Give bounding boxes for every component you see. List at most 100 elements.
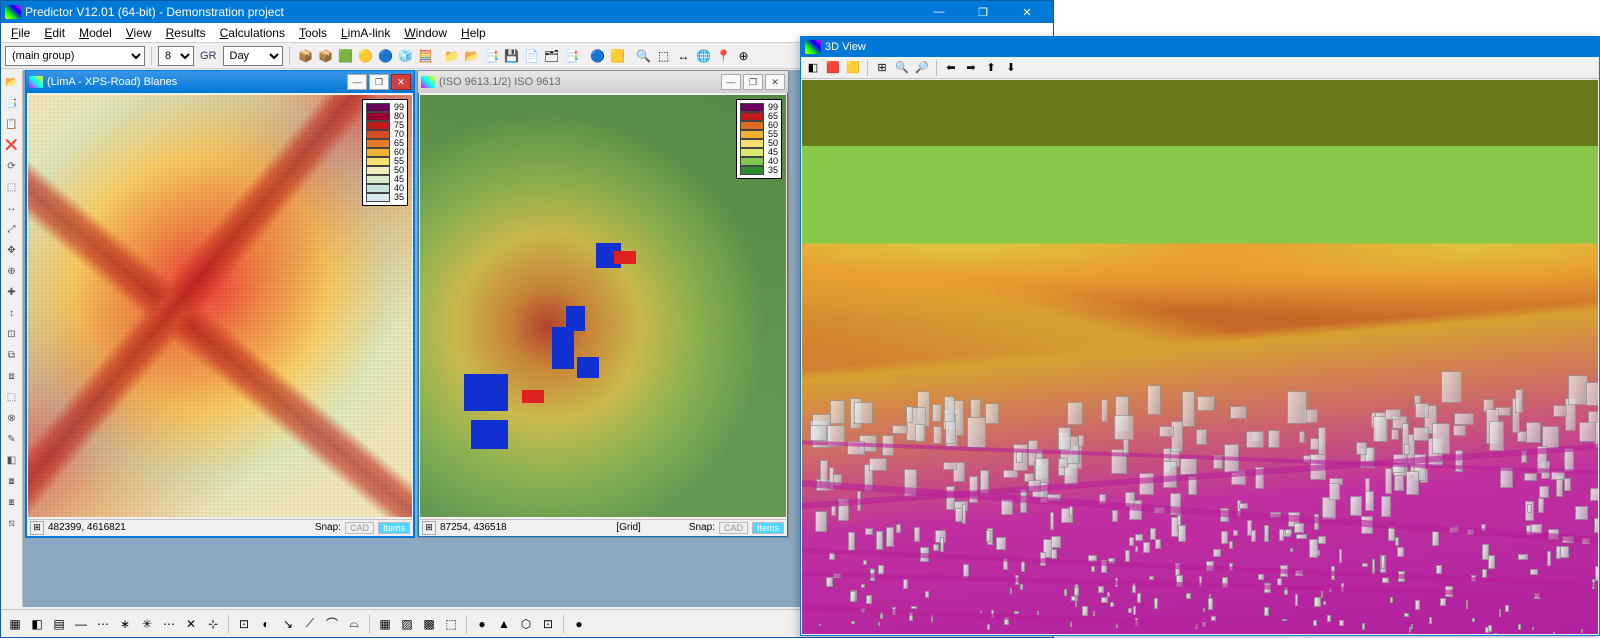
bottom-tool-3[interactable]: — bbox=[72, 615, 90, 633]
toolbar-button-2[interactable]: 🟩 bbox=[337, 47, 355, 65]
number-selector[interactable]: 8 bbox=[158, 46, 194, 66]
menu-edit[interactable]: Edit bbox=[38, 25, 71, 41]
bottom-tool-11[interactable]: ⊡ bbox=[235, 615, 253, 633]
side-tool-21[interactable]: ⧅ bbox=[3, 514, 21, 532]
view3d-tool-6[interactable]: 🔎 bbox=[913, 59, 931, 77]
bottom-tool-9[interactable]: ⊹ bbox=[204, 615, 222, 633]
bottom-tool-15[interactable]: ⌒ bbox=[323, 615, 341, 633]
side-tool-17[interactable]: ✎ bbox=[3, 430, 21, 448]
bottom-tool-2[interactable]: ▤ bbox=[50, 615, 68, 633]
toolbar-button-8[interactable]: 📁 bbox=[443, 47, 461, 65]
bottom-tool-26[interactable]: ⊡ bbox=[539, 615, 557, 633]
toolbar-button-11[interactable]: 💾 bbox=[503, 47, 521, 65]
group-selector[interactable]: (main group) bbox=[5, 46, 145, 66]
bottom-tool-28[interactable]: ● bbox=[570, 615, 588, 633]
side-tool-7[interactable]: ⤢ bbox=[3, 220, 21, 238]
bottom-tool-24[interactable]: ▲ bbox=[495, 615, 513, 633]
side-tool-19[interactable]: ⧇ bbox=[3, 472, 21, 490]
child-maximize-button[interactable]: ❐ bbox=[369, 74, 389, 90]
map-view[interactable]: 9980757065605550454035 bbox=[28, 95, 412, 517]
bottom-tool-21[interactable]: ⬚ bbox=[442, 615, 460, 633]
view3d-tool-1[interactable]: 🟥 bbox=[824, 59, 842, 77]
toolbar-button-19[interactable]: 🔍 bbox=[635, 47, 653, 65]
toolbar-button-21[interactable]: ↔ bbox=[675, 47, 693, 65]
menu-limalink[interactable]: LimA-link bbox=[335, 25, 396, 41]
side-tool-15[interactable]: ⬚ bbox=[3, 388, 21, 406]
picker-icon[interactable]: ⊞ bbox=[422, 521, 436, 535]
menu-window[interactable]: Window bbox=[398, 25, 453, 41]
bottom-tool-5[interactable]: ∗ bbox=[116, 615, 134, 633]
side-tool-18[interactable]: ◧ bbox=[3, 451, 21, 469]
child-close-button[interactable]: ✕ bbox=[765, 74, 785, 90]
child-maximize-button[interactable]: ❐ bbox=[743, 74, 763, 90]
view3d-tool-10[interactable]: ⬆ bbox=[982, 59, 1000, 77]
toolbar-button-13[interactable]: 🗂 bbox=[543, 47, 561, 65]
toolbar-button-20[interactable]: ⬚ bbox=[655, 47, 673, 65]
maximize-button[interactable]: ❐ bbox=[961, 1, 1005, 23]
map-view[interactable]: 9965605550454035 bbox=[420, 95, 786, 517]
view3d-tool-9[interactable]: ➡ bbox=[962, 59, 980, 77]
menu-calculations[interactable]: Calculations bbox=[214, 25, 291, 41]
side-tool-4[interactable]: ⟳ bbox=[3, 157, 21, 175]
side-tool-16[interactable]: ⊗ bbox=[3, 409, 21, 427]
bottom-tool-18[interactable]: ▦ bbox=[376, 615, 394, 633]
toolbar-button-23[interactable]: 📍 bbox=[715, 47, 733, 65]
menu-view[interactable]: View bbox=[120, 25, 158, 41]
bottom-tool-16[interactable]: ⌓ bbox=[345, 615, 363, 633]
bottom-tool-7[interactable]: ⋯ bbox=[160, 615, 178, 633]
side-tool-1[interactable]: 📑 bbox=[3, 94, 21, 112]
bottom-tool-13[interactable]: ↘ bbox=[279, 615, 297, 633]
period-selector[interactable]: Day bbox=[223, 46, 283, 66]
toolbar-button-24[interactable]: ⊕ bbox=[735, 47, 753, 65]
title-bar[interactable]: Predictor V12.01 (64-bit) - Demonstratio… bbox=[1, 1, 1053, 23]
toolbar-button-0[interactable]: 📦 bbox=[297, 47, 315, 65]
menu-model[interactable]: Model bbox=[73, 25, 118, 41]
bottom-tool-1[interactable]: ◧ bbox=[28, 615, 46, 633]
child-minimize-button[interactable]: — bbox=[721, 74, 741, 90]
items-chip[interactable]: Items bbox=[378, 522, 410, 534]
side-tool-8[interactable]: ✥ bbox=[3, 241, 21, 259]
toolbar-button-12[interactable]: 📄 bbox=[523, 47, 541, 65]
toolbar-button-14[interactable]: 📑 bbox=[563, 47, 581, 65]
view3d-tool-8[interactable]: ⬅ bbox=[942, 59, 960, 77]
side-tool-10[interactable]: ✚ bbox=[3, 283, 21, 301]
side-tool-0[interactable]: 📂 bbox=[3, 73, 21, 91]
bottom-tool-19[interactable]: ▨ bbox=[398, 615, 416, 633]
bottom-tool-0[interactable]: ▦ bbox=[6, 615, 24, 633]
toolbar-button-6[interactable]: 🧮 bbox=[417, 47, 435, 65]
child-title-bar[interactable]: (LimA - XPS-Road) Blanes — ❐ ✕ bbox=[26, 71, 414, 93]
side-tool-9[interactable]: ⊕ bbox=[3, 262, 21, 280]
view3d-tool-11[interactable]: ⬇ bbox=[1002, 59, 1020, 77]
items-chip[interactable]: Items bbox=[752, 522, 784, 534]
side-tool-14[interactable]: ⧈ bbox=[3, 367, 21, 385]
side-tool-13[interactable]: ⧉ bbox=[3, 346, 21, 364]
bottom-tool-6[interactable]: ✳ bbox=[138, 615, 156, 633]
side-tool-12[interactable]: ⊡ bbox=[3, 325, 21, 343]
toolbar-button-22[interactable]: 🌐 bbox=[695, 47, 713, 65]
side-tool-20[interactable]: ⧆ bbox=[3, 493, 21, 511]
cad-chip[interactable]: CAD bbox=[719, 522, 748, 534]
child-close-button[interactable]: ✕ bbox=[391, 74, 411, 90]
toolbar-button-16[interactable]: 🔵 bbox=[589, 47, 607, 65]
toolbar-button-4[interactable]: 🔵 bbox=[377, 47, 395, 65]
toolbar-button-1[interactable]: 📦 bbox=[317, 47, 335, 65]
view3d-tool-0[interactable]: ◧ bbox=[804, 59, 822, 77]
view3d-canvas[interactable] bbox=[802, 80, 1598, 634]
bottom-tool-25[interactable]: ⬡ bbox=[517, 615, 535, 633]
view3d-tool-5[interactable]: 🔍 bbox=[893, 59, 911, 77]
bottom-tool-8[interactable]: ✕ bbox=[182, 615, 200, 633]
menu-help[interactable]: Help bbox=[455, 25, 492, 41]
side-tool-6[interactable]: ↔ bbox=[3, 199, 21, 217]
toolbar-button-3[interactable]: 🟡 bbox=[357, 47, 375, 65]
menu-results[interactable]: Results bbox=[160, 25, 212, 41]
close-button[interactable]: ✕ bbox=[1005, 1, 1049, 23]
side-tool-3[interactable]: ❌ bbox=[3, 136, 21, 154]
side-tool-5[interactable]: ⬚ bbox=[3, 178, 21, 196]
view3d-tool-4[interactable]: ⊞ bbox=[873, 59, 891, 77]
side-tool-2[interactable]: 📋 bbox=[3, 115, 21, 133]
cad-chip[interactable]: CAD bbox=[345, 522, 374, 534]
child-minimize-button[interactable]: — bbox=[347, 74, 367, 90]
bottom-tool-23[interactable]: ● bbox=[473, 615, 491, 633]
menu-tools[interactable]: Tools bbox=[293, 25, 333, 41]
bottom-tool-12[interactable]: ◐ bbox=[257, 615, 275, 633]
